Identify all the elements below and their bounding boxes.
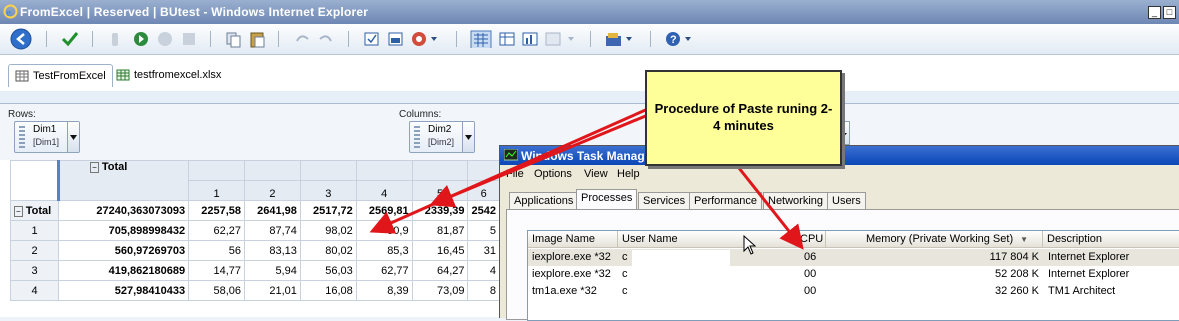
arrow-to-cell <box>369 106 651 234</box>
annotation-callout: Procedure of Paste runing 2-4 minutes <box>645 70 842 166</box>
arrow-to-cpu <box>733 162 804 250</box>
callout-text: Procedure of Paste runing 2-4 minutes <box>654 101 833 133</box>
annotation-arrows <box>369 106 804 255</box>
mouse-cursor-icon <box>743 234 757 255</box>
